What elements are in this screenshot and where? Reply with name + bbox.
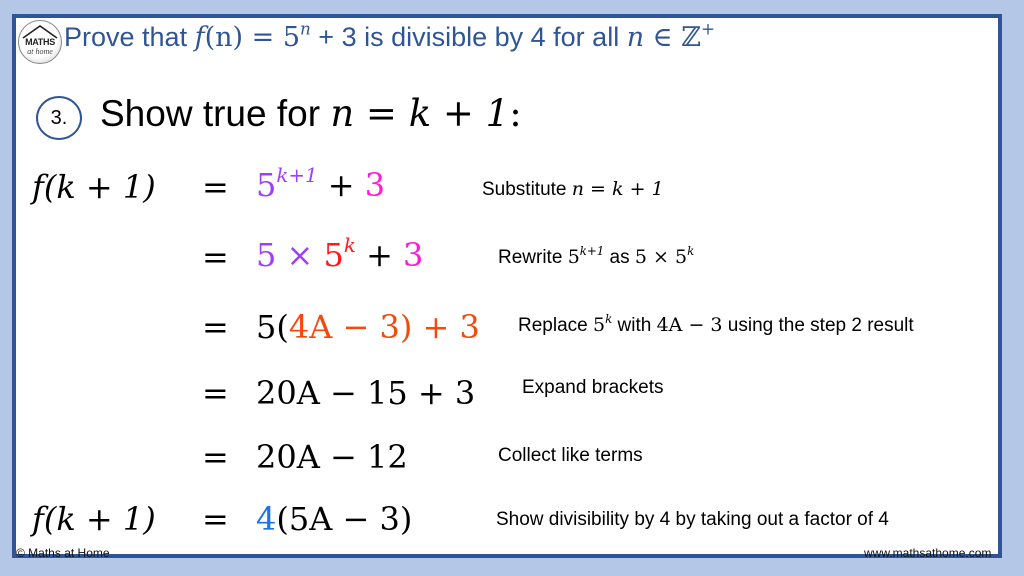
line-5-equals: = <box>202 438 229 476</box>
rhs-term: 5 × <box>256 236 324 274</box>
note-text: Replace <box>518 315 593 336</box>
note-text: as <box>604 247 635 268</box>
note-math: n = k + 1 <box>571 178 664 200</box>
line-3-equals: = <box>202 308 229 346</box>
line-3-rhs: 5(4A − 3) + 3 <box>256 308 480 346</box>
note-exponent: k <box>687 243 695 258</box>
line-5-rhs: 20A − 12 <box>256 438 408 476</box>
title-set-sup: + <box>700 18 715 39</box>
title-set: ∈ ℤ <box>644 22 701 53</box>
title-arg: (n) = 5 <box>204 22 301 53</box>
note-math: 4A − 3 <box>656 314 723 336</box>
line-1-note: Substitute n = k + 1 <box>482 178 664 201</box>
rhs-term: 5 <box>256 166 277 204</box>
line-3-note: Replace 5k with 4A − 3 using the step 2 … <box>518 313 914 337</box>
line-4-rhs: 20A − 15 + 3 <box>256 374 476 412</box>
note-exponent: k+1 <box>579 243 605 258</box>
line-6-equals: = <box>202 500 229 538</box>
rhs-exponent: k <box>343 234 356 258</box>
rhs-term: (5A − 3) <box>276 500 413 538</box>
line-2-equals: = <box>202 238 229 276</box>
rhs-term: 4 <box>256 500 277 538</box>
rhs-term: 5( <box>256 308 289 346</box>
website-link[interactable]: www.mathsathome.com <box>864 546 991 560</box>
page-title: Prove that f(n) = 5n + 3 is divisible by… <box>64 20 715 53</box>
title-exp: n <box>300 18 311 39</box>
copyright-text: © Maths at Home <box>16 546 110 560</box>
line-4-note: Expand brackets <box>522 377 664 398</box>
step-heading-math: n = k + 1 <box>330 92 510 135</box>
line-6-rhs: 4(5A − 3) <box>256 500 412 538</box>
note-math: 5 <box>593 314 606 336</box>
step-heading: Show true for n = k + 1: <box>100 92 522 135</box>
note-text: using the step 2 result <box>722 315 914 336</box>
line-5-note: Collect like terms <box>498 445 643 466</box>
rhs-term: 3 <box>403 236 424 274</box>
step-heading-text: Show true for <box>100 93 331 134</box>
logo-subtext: at home <box>27 47 53 56</box>
note-math: 5 × 5 <box>634 246 688 268</box>
rhs-term: 3 <box>364 166 386 204</box>
line-1-equals: = <box>202 168 229 206</box>
line-4-equals: = <box>202 374 229 412</box>
step-heading-colon: : <box>509 92 522 135</box>
title-prefix: Prove that <box>64 22 195 52</box>
line-6-note: Show divisibility by 4 by taking out a f… <box>496 509 889 530</box>
title-mid: + 3 is divisible by 4 for all <box>310 22 627 52</box>
line-1-lhs: f(k + 1) <box>32 168 156 206</box>
note-text: Substitute <box>482 179 572 200</box>
rhs-operator: + <box>317 166 365 204</box>
line-1-rhs: 5k+1 + 3 <box>256 166 385 204</box>
rhs-operator: + <box>355 236 404 274</box>
rhs-term: 5 <box>323 236 344 274</box>
line-2-rhs: 5 × 5k + 3 <box>256 236 423 274</box>
title-var: n <box>626 22 645 53</box>
logo-text: MATHS <box>25 37 55 47</box>
title-func: f <box>194 22 205 53</box>
maths-at-home-logo: MATHS at home <box>18 20 62 64</box>
rhs-exponent: k+1 <box>276 164 318 188</box>
note-math: 5 <box>567 246 580 268</box>
note-text: Rewrite <box>498 247 568 268</box>
line-2-note: Rewrite 5k+1 as 5 × 5k <box>498 243 695 269</box>
line-6-lhs: f(k + 1) <box>32 500 156 538</box>
note-text: with <box>612 315 657 336</box>
step-number-badge: 3. <box>36 96 82 140</box>
rhs-term: 4A − 3) + 3 <box>288 308 480 346</box>
